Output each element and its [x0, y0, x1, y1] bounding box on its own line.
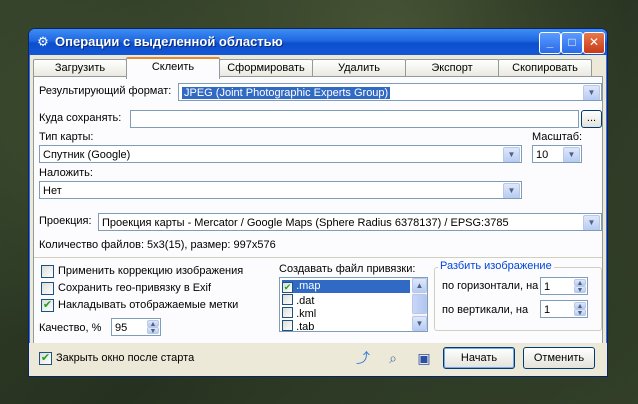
map-type-label: Тип карты:	[39, 131, 94, 143]
zoom-icon[interactable]: ⌕	[384, 349, 402, 367]
save-to-input[interactable]	[130, 110, 579, 128]
split-vertical-label: по вертикали, на	[442, 304, 529, 316]
chevron-down-icon[interactable]: ▼	[563, 147, 580, 162]
title-bar[interactable]: ⚙ Операции с выделенной областью _ □ ✕	[29, 29, 607, 55]
save-geo-exif-label: Сохранить гео-привязку в Exif	[58, 282, 212, 294]
overlay-value: Нет	[43, 185, 62, 197]
quality-label: Качество, %	[39, 322, 102, 334]
list-item[interactable]: .kml	[282, 306, 410, 320]
save-to-label: Куда сохранять:	[39, 112, 122, 124]
app-icon: ⚙	[37, 34, 49, 49]
cancel-button[interactable]: Отменить	[523, 347, 595, 369]
chevron-down-icon[interactable]: ▼	[583, 85, 600, 100]
split-horizontal-label: по горизонтали, на	[442, 280, 539, 292]
binding-listbox[interactable]: ✔ .map .dat .kml .tab ▲ ▼	[279, 277, 428, 332]
maximize-button[interactable]: □	[561, 32, 583, 54]
binding-map-checkbox[interactable]: ✔	[282, 282, 293, 293]
scroll-up-icon[interactable]: ▲	[412, 278, 427, 293]
chevron-down-icon[interactable]: ▼	[583, 215, 600, 230]
color-correction-checkbox[interactable]	[41, 265, 54, 278]
tab-load[interactable]: Загрузить	[33, 59, 127, 77]
overlay-marks-checkbox[interactable]: ✔	[41, 299, 54, 312]
projection-label: Проекция:	[39, 215, 92, 227]
result-format-label: Результирующий формат:	[39, 85, 172, 97]
projection-value: Проекция карты - Mercator / Google Maps …	[102, 217, 509, 229]
list-item[interactable]: ✔ .map	[282, 280, 410, 293]
binding-tab-label: .tab	[296, 321, 315, 332]
split-horizontal-input[interactable]: 1 ▲ ▼	[540, 277, 588, 295]
split-vertical-input[interactable]: 1 ▲ ▼	[540, 300, 588, 318]
projection-select[interactable]: Проекция карты - Mercator / Google Maps …	[98, 213, 602, 231]
split-title: Разбить изображение	[438, 260, 554, 272]
binding-tab-checkbox[interactable]	[282, 320, 293, 331]
window-title: Операции с выделенной областью	[55, 34, 283, 49]
binding-title: Создавать файл привязки:	[279, 263, 416, 275]
chevron-down-icon[interactable]: ▼	[503, 147, 520, 162]
close-after-start-label: Закрыть окно после старта	[56, 352, 195, 364]
path-icon[interactable]: ⤴	[354, 349, 372, 367]
dialog-window: ⚙ Операции с выделенной областью _ □ ✕ З…	[28, 28, 608, 377]
save-geo-exif-checkbox[interactable]	[41, 282, 54, 295]
result-format-value: JPEG (Joint Photographic Experts Group)	[182, 87, 391, 99]
binding-map-label: .map	[296, 280, 321, 292]
tab-generate[interactable]: Сформировать	[219, 59, 313, 77]
scale-value: 10	[536, 149, 549, 161]
chevron-down-icon[interactable]: ▼	[503, 183, 520, 198]
spin-down-icon[interactable]: ▼	[574, 286, 586, 294]
close-after-start-checkbox[interactable]: ✔	[39, 352, 52, 365]
start-button[interactable]: Начать	[443, 347, 515, 369]
close-button[interactable]: ✕	[583, 32, 605, 54]
spin-up-icon[interactable]: ▲	[147, 320, 159, 328]
tab-export[interactable]: Экспорт	[405, 59, 499, 77]
list-item[interactable]: .dat	[282, 293, 410, 307]
divider	[34, 257, 602, 258]
split-vertical-value: 1	[544, 304, 551, 316]
binding-kml-checkbox[interactable]	[282, 307, 293, 318]
spin-down-icon[interactable]: ▼	[574, 309, 586, 317]
tab-strip: Загрузить Склеить Сформировать Удалить Э…	[33, 57, 603, 79]
files-info: Количество файлов: 5x3(15), размер: 997x…	[39, 239, 276, 251]
result-format-select[interactable]: JPEG (Joint Photographic Experts Group) …	[178, 83, 602, 101]
footer-bar: ✔ Закрыть окно после старта ⤴ ⌕ ▣ Начать…	[29, 343, 607, 376]
quality-input[interactable]: 95 ▲ ▼	[111, 318, 161, 336]
browse-button[interactable]: ...	[581, 110, 602, 128]
map-type-select[interactable]: Спутник (Google) ▼	[39, 145, 522, 163]
tab-stitch[interactable]: Склеить	[126, 57, 220, 79]
color-correction-label: Применить коррекцию изображения	[58, 265, 244, 277]
list-item[interactable]: .tab	[282, 319, 410, 332]
scroll-thumb[interactable]	[412, 294, 427, 314]
tab-delete[interactable]: Удалить	[312, 59, 406, 77]
overlay-marks-label: Накладывать отображаемые метки	[58, 299, 239, 311]
split-horizontal-value: 1	[544, 281, 551, 293]
overlay-select[interactable]: Нет ▼	[39, 181, 522, 199]
spin-up-icon[interactable]: ▲	[574, 279, 586, 287]
spin-up-icon[interactable]: ▲	[574, 302, 586, 310]
stitch-panel: Результирующий формат: JPEG (Joint Photo…	[33, 76, 603, 344]
tab-copy[interactable]: Скопировать	[498, 59, 592, 77]
quality-value: 95	[115, 322, 128, 334]
scale-select[interactable]: 10 ▼	[532, 145, 582, 163]
scroll-down-icon[interactable]: ▼	[412, 316, 427, 331]
overlay-label: Наложить:	[39, 167, 93, 179]
binding-dat-checkbox[interactable]	[282, 294, 293, 305]
minimize-button[interactable]: _	[539, 32, 561, 54]
map-type-value: Спутник (Google)	[43, 149, 131, 161]
save-icon[interactable]: ▣	[415, 349, 433, 367]
scale-label: Масштаб:	[532, 131, 583, 143]
spin-down-icon[interactable]: ▼	[147, 327, 159, 335]
listbox-scrollbar[interactable]: ▲ ▼	[412, 278, 427, 331]
